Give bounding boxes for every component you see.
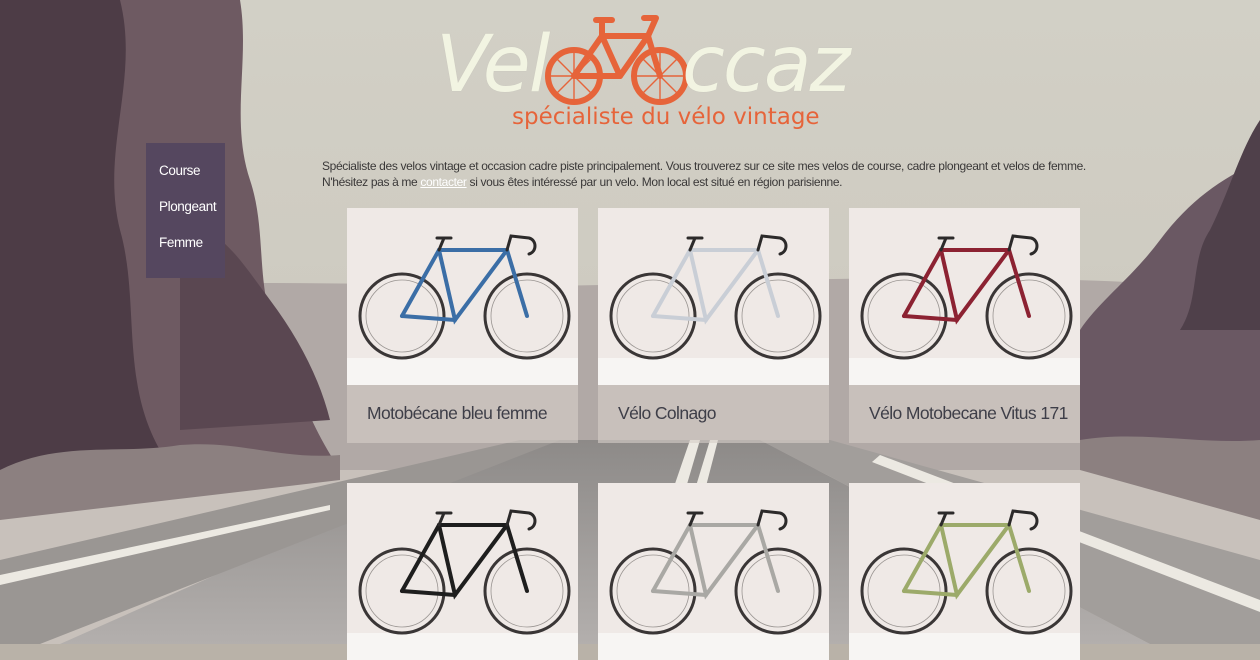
menu-item-femme[interactable]: Femme: [159, 235, 225, 271]
product-card[interactable]: Motobécane bleu femme: [347, 208, 578, 443]
product-photo[interactable]: [849, 483, 1080, 660]
product-photo[interactable]: [598, 208, 829, 385]
product-card[interactable]: [598, 483, 829, 660]
menu-item-plongeant[interactable]: Plongeant: [159, 199, 225, 235]
intro-text-part2: si vous êtes intéressé par un velo. Mon …: [466, 175, 843, 189]
bicycle-logo-icon: [545, 15, 689, 105]
product-title[interactable]: Vélo Colnago: [618, 403, 716, 424]
product-photo[interactable]: [598, 483, 829, 660]
product-photo[interactable]: [347, 483, 578, 660]
logo-text-right: ccaz: [682, 20, 851, 110]
side-menu: Course Plongeant Femme: [146, 143, 225, 278]
product-title[interactable]: Vélo Motobecane Vitus 171: [869, 403, 1068, 424]
logo-text-left: Vel: [436, 20, 550, 110]
menu-item-course[interactable]: Course: [159, 163, 225, 199]
product-card[interactable]: Vélo Colnago: [598, 208, 829, 443]
product-title[interactable]: Motobécane bleu femme: [367, 403, 548, 424]
product-caption: Vélo Motobecane Vitus 171: [849, 385, 1080, 443]
product-photo[interactable]: [849, 208, 1080, 385]
product-card[interactable]: [347, 483, 578, 660]
logo-tagline: spécialiste du vélo vintage: [512, 104, 820, 130]
product-photo[interactable]: [347, 208, 578, 385]
site-logo[interactable]: Vel ccaz spécialiste du vélo vintage: [432, 8, 851, 136]
intro-text: Spécialiste des velos vintage et occasio…: [322, 158, 1092, 190]
product-caption: Motobécane bleu femme: [347, 385, 578, 443]
product-card[interactable]: Vélo Motobecane Vitus 171: [849, 208, 1080, 443]
contact-link[interactable]: contacter: [420, 175, 467, 189]
product-caption: Vélo Colnago: [598, 385, 829, 443]
product-card[interactable]: [849, 483, 1080, 660]
